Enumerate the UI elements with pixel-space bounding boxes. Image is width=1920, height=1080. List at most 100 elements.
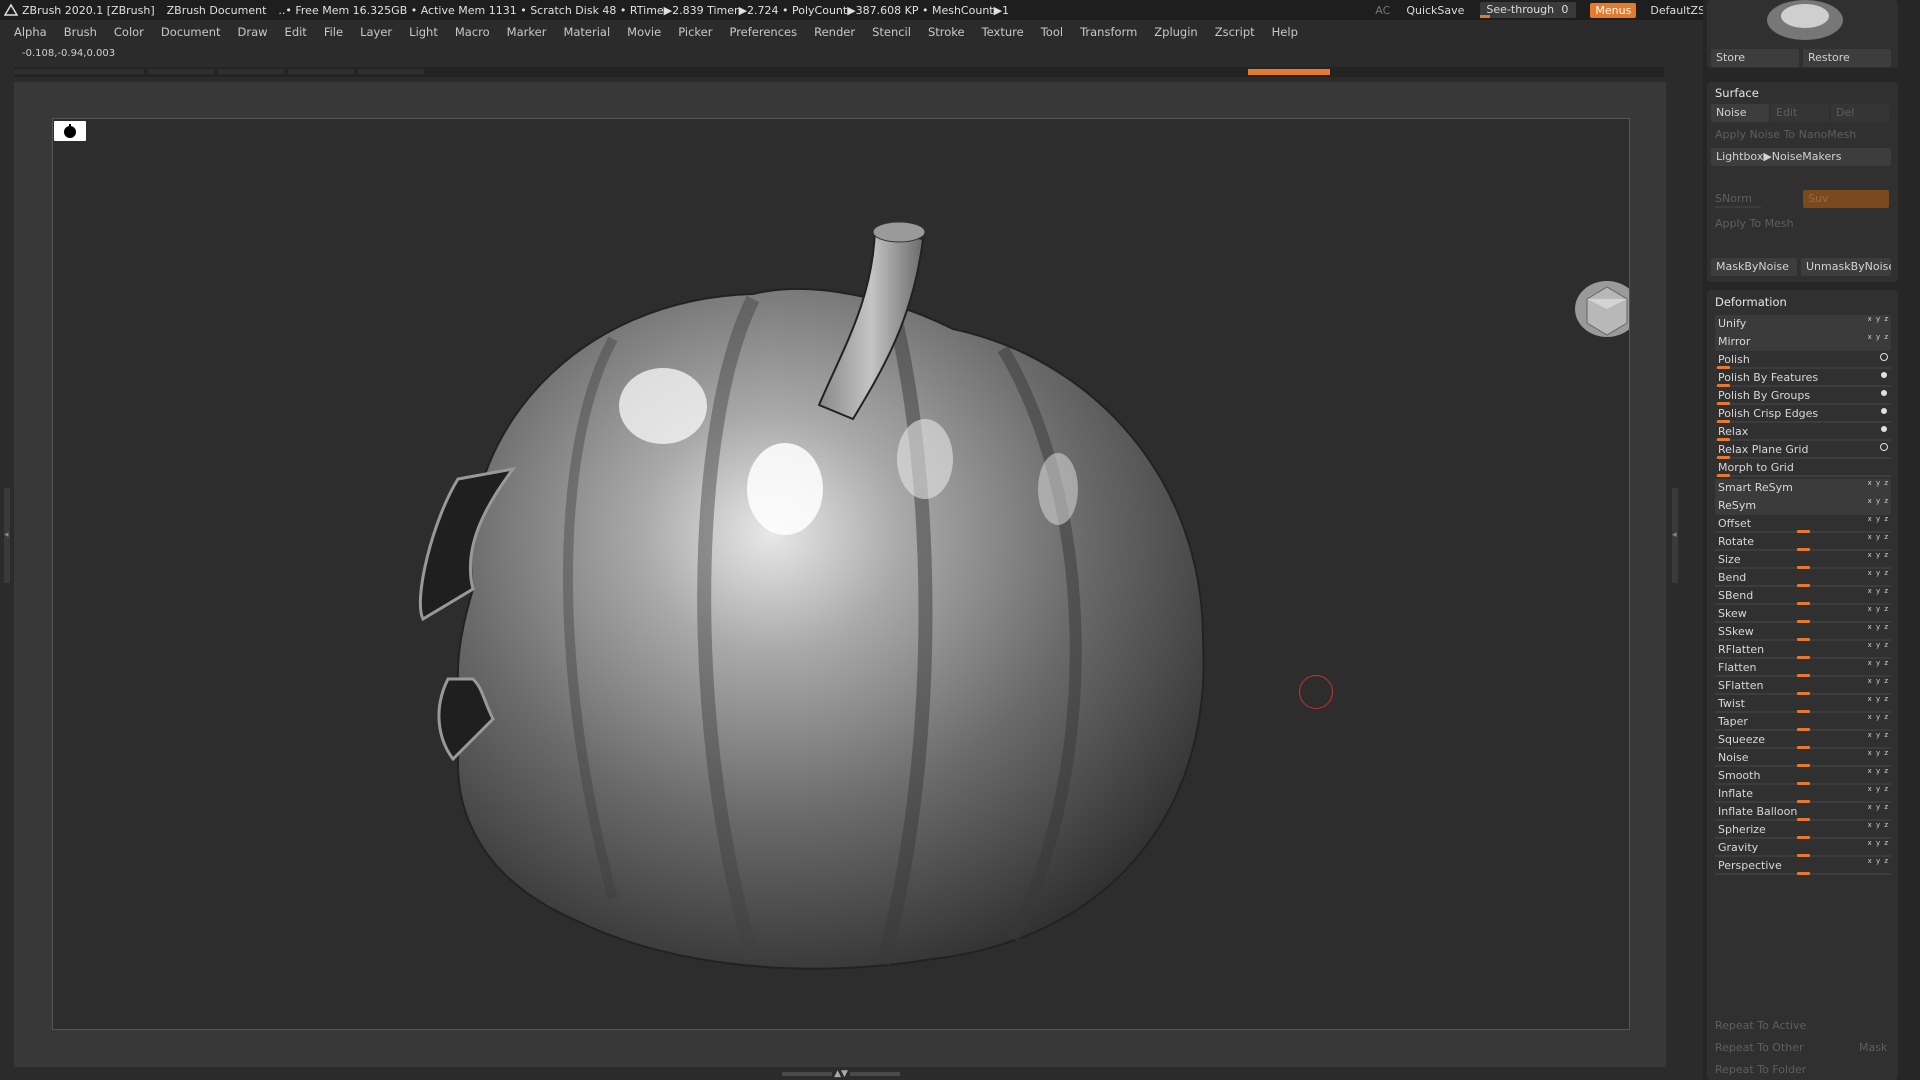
deform-sskew-slider[interactable]: SSkew x y z (1715, 623, 1891, 641)
mode-ring-icon[interactable] (1880, 353, 1888, 361)
menu-stencil[interactable]: Stencil (872, 25, 911, 39)
xyz-axis-toggle-icon[interactable]: x y z (1868, 641, 1889, 649)
deform-rotate-slider[interactable]: Rotate x y z (1715, 533, 1891, 551)
menu-draw[interactable]: Draw (238, 25, 268, 39)
left-tray-handle[interactable]: ◂ (4, 488, 10, 583)
mode-ring-icon[interactable] (1880, 443, 1888, 451)
deform-resym-button[interactable]: ReSym x y z (1715, 497, 1891, 515)
menu-material[interactable]: Material (563, 25, 610, 39)
xyz-axis-toggle-icon[interactable]: x y z (1868, 731, 1889, 739)
menu-render[interactable]: Render (814, 25, 855, 39)
deform-polish-crisp-edges-button[interactable]: Polish Crisp Edges (1715, 405, 1891, 423)
pumpkin-mesh[interactable] (53, 119, 1630, 1030)
mask-by-noise-button[interactable]: MaskByNoise (1711, 258, 1797, 276)
bottom-tray-handle[interactable]: ▲▼ (776, 1069, 906, 1079)
xyz-axis-toggle-icon[interactable]: x y z (1868, 551, 1889, 559)
top-shelf[interactable] (14, 67, 1664, 77)
menu-transform[interactable]: Transform (1080, 25, 1137, 39)
xyz-axis-toggle-icon[interactable]: x y z (1868, 659, 1889, 667)
deform-bend-slider[interactable]: Bend x y z (1715, 569, 1891, 587)
xyz-axis-toggle-icon[interactable]: x y z (1868, 839, 1889, 847)
deform-smart-resym-button[interactable]: Smart ReSym x y z (1715, 479, 1891, 497)
deform-unify-button[interactable]: Unify x y z (1715, 315, 1891, 333)
xyz-axis-toggle-icon[interactable]: x y z (1868, 749, 1889, 757)
shelf-active-indicator[interactable] (1248, 69, 1330, 75)
menu-brush[interactable]: Brush (64, 25, 97, 39)
xyz-axis-toggle-icon[interactable]: x y z (1868, 605, 1889, 613)
deform-inflate-slider[interactable]: Inflate x y z (1715, 785, 1891, 803)
right-tray-handle[interactable]: ◂ (1672, 488, 1678, 583)
xyz-axis-toggle-icon[interactable]: x y z (1868, 533, 1889, 541)
xyz-axis-toggle-icon[interactable]: x y z (1868, 479, 1889, 487)
mode-dot-icon[interactable] (1881, 372, 1887, 378)
menu-document[interactable]: Document (161, 25, 221, 39)
menu-texture[interactable]: Texture (982, 25, 1024, 39)
xyz-axis-toggle-icon[interactable]: x y z (1868, 569, 1889, 577)
menu-tool[interactable]: Tool (1041, 25, 1063, 39)
xyz-axis-toggle-icon[interactable]: x y z (1868, 623, 1889, 631)
deform-twist-slider[interactable]: Twist x y z (1715, 695, 1891, 713)
mode-dot-icon[interactable] (1881, 426, 1887, 432)
deform-relax-button[interactable]: Relax (1715, 423, 1891, 441)
menu-help[interactable]: Help (1272, 25, 1298, 39)
deform-offset-slider[interactable]: Offset x y z (1715, 515, 1891, 533)
mode-dot-icon[interactable] (1881, 408, 1887, 414)
deform-spherize-slider[interactable]: Spherize x y z (1715, 821, 1891, 839)
surface-title[interactable]: Surface (1715, 86, 1759, 100)
repeat-to-folder-button[interactable]: Repeat To Folder (1715, 1063, 1806, 1076)
unmask-by-noise-button[interactable]: UnmaskByNoise (1801, 258, 1891, 276)
menus-toggle-button[interactable]: Menus (1590, 2, 1637, 18)
ac-toggle[interactable]: AC (1375, 4, 1390, 17)
deform-rflatten-slider[interactable]: RFlatten x y z (1715, 641, 1891, 659)
xyz-axis-toggle-icon[interactable]: x y z (1868, 333, 1889, 341)
xyz-axis-toggle-icon[interactable]: x y z (1868, 695, 1889, 703)
store-button[interactable]: Store (1711, 49, 1799, 67)
deform-inflate-balloon-slider[interactable]: Inflate Balloon x y z (1715, 803, 1891, 821)
deform-perspective-slider[interactable]: Perspective x y z (1715, 857, 1891, 875)
noise-edit-button[interactable]: Edit (1771, 104, 1829, 122)
xyz-axis-toggle-icon[interactable]: x y z (1868, 677, 1889, 685)
deform-smooth-slider[interactable]: Smooth x y z (1715, 767, 1891, 785)
xyz-axis-toggle-icon[interactable]: x y z (1868, 713, 1889, 721)
quicksave-button[interactable]: QuickSave (1406, 4, 1464, 17)
xyz-axis-toggle-icon[interactable]: x y z (1868, 767, 1889, 775)
deform-taper-slider[interactable]: Taper x y z (1715, 713, 1891, 731)
apply-to-mesh-button[interactable]: Apply To Mesh (1715, 217, 1794, 230)
see-through-slider[interactable]: See-through 0 (1480, 2, 1577, 18)
lightbox-toggle-button[interactable] (54, 121, 86, 141)
menu-macro[interactable]: Macro (455, 25, 490, 39)
noise-button[interactable]: Noise (1711, 104, 1769, 122)
snorm-slider[interactable]: SNorm (1715, 192, 1752, 205)
menu-file[interactable]: File (324, 25, 343, 39)
menu-color[interactable]: Color (114, 25, 144, 39)
xyz-axis-toggle-icon[interactable]: x y z (1868, 821, 1889, 829)
lightbox-noisemakers-button[interactable]: Lightbox▶NoiseMakers (1711, 148, 1891, 166)
deform-noise-slider[interactable]: Noise x y z (1715, 749, 1891, 767)
xyz-axis-toggle-icon[interactable]: x y z (1868, 587, 1889, 595)
deform-morph-to-grid-button[interactable]: Morph to Grid (1715, 459, 1891, 477)
xyz-axis-toggle-icon[interactable]: x y z (1868, 803, 1889, 811)
noise-delete-button[interactable]: Del (1831, 104, 1889, 122)
deform-polish-by-groups-button[interactable]: Polish By Groups (1715, 387, 1891, 405)
menu-layer[interactable]: Layer (360, 25, 392, 39)
document-canvas[interactable] (52, 118, 1630, 1030)
menu-movie[interactable]: Movie (627, 25, 661, 39)
xyz-axis-toggle-icon[interactable]: x y z (1868, 315, 1889, 323)
deform-gravity-slider[interactable]: Gravity x y z (1715, 839, 1891, 857)
menu-preferences[interactable]: Preferences (729, 25, 797, 39)
navigation-cube-icon[interactable] (1573, 279, 1630, 339)
deform-polish-by-features-button[interactable]: Polish By Features (1715, 369, 1891, 387)
menu-stroke[interactable]: Stroke (928, 25, 965, 39)
deform-sflatten-slider[interactable]: SFlatten x y z (1715, 677, 1891, 695)
xyz-axis-toggle-icon[interactable]: x y z (1868, 785, 1889, 793)
deform-polish-button[interactable]: Polish (1715, 351, 1891, 369)
repeat-to-other-button[interactable]: Repeat To Other (1715, 1041, 1804, 1054)
tool-thumbnail-icon[interactable] (1765, 0, 1845, 42)
deform-flatten-slider[interactable]: Flatten x y z (1715, 659, 1891, 677)
xyz-axis-toggle-icon[interactable]: x y z (1868, 515, 1889, 523)
deform-mirror-button[interactable]: Mirror x y z (1715, 333, 1891, 351)
menu-zplugin[interactable]: Zplugin (1154, 25, 1197, 39)
menu-light[interactable]: Light (409, 25, 438, 39)
repeat-mask-button[interactable]: Mask (1859, 1041, 1887, 1054)
menu-marker[interactable]: Marker (507, 25, 547, 39)
